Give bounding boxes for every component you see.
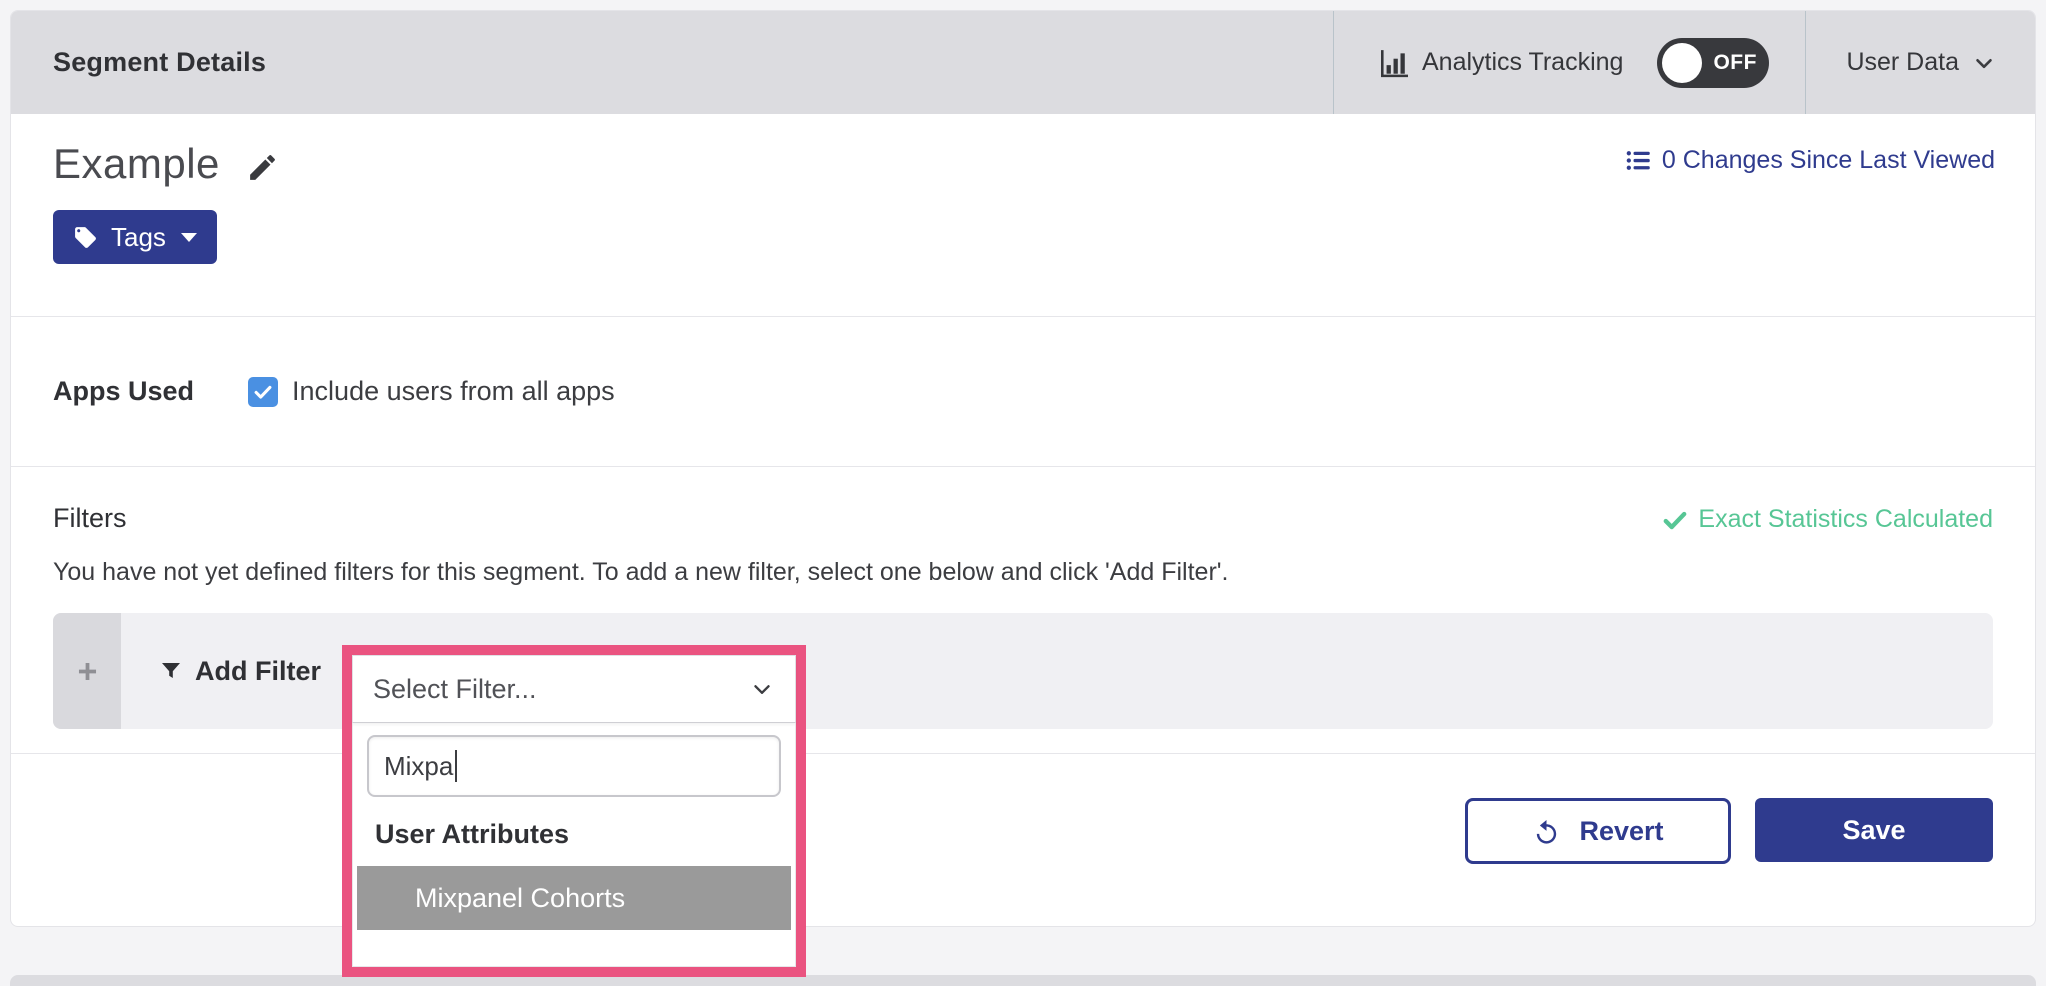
analytics-tracking-toggle[interactable]: OFF (1657, 38, 1769, 88)
changes-since-last-viewed-link[interactable]: 0 Changes Since Last Viewed (1625, 146, 1995, 175)
undo-icon (1532, 817, 1561, 846)
filters-section: Filters Exact Statistics Calculated You … (11, 466, 2035, 753)
header-right-group: Analytics Tracking OFF User Data (1333, 11, 2007, 114)
page-title: Segment Details (53, 47, 266, 78)
analytics-tracking-group: Analytics Tracking (1378, 48, 1623, 78)
text-cursor (455, 750, 457, 782)
segment-details-card: Segment Details Analytics Tracking (10, 10, 2036, 927)
option-group-label: User Attributes (367, 797, 781, 866)
add-filter-button-label: Add Filter (195, 656, 321, 687)
toggle-state-label: OFF (1713, 38, 1757, 88)
user-data-label: User Data (1846, 48, 1959, 77)
filter-funnel-icon (159, 659, 183, 683)
segment-name: Example (53, 140, 220, 188)
changes-list-icon (1625, 147, 1652, 174)
exact-statistics-badge: Exact Statistics Calculated (1662, 505, 1993, 534)
filter-search-value: Mixpa (384, 751, 453, 782)
caret-down-icon (181, 233, 197, 242)
revert-button[interactable]: Revert (1465, 798, 1731, 864)
filter-search-input[interactable]: Mixpa (367, 735, 781, 797)
exact-statistics-label: Exact Statistics Calculated (1698, 505, 1993, 534)
card-header: Segment Details Analytics Tracking (11, 11, 2035, 114)
add-filter-button[interactable]: Add Filter (159, 656, 321, 687)
footer-actions: Revert Save (11, 753, 2035, 864)
chevron-down-icon (749, 676, 775, 702)
chevron-down-icon (1971, 50, 1997, 76)
apps-used-label: Apps Used (53, 376, 194, 407)
analytics-tracking-label: Analytics Tracking (1422, 48, 1623, 77)
add-filter-plus-button[interactable] (53, 613, 121, 729)
edit-pencil-icon[interactable] (246, 151, 279, 184)
tag-icon (73, 225, 98, 250)
header-divider (1333, 11, 1334, 114)
filter-select-placeholder: Select Filter... (373, 674, 537, 705)
plus-icon (75, 659, 100, 684)
tags-button[interactable]: Tags (53, 210, 217, 264)
filter-select-control[interactable]: Select Filter... (352, 655, 796, 723)
checkbox-checked-icon[interactable] (248, 377, 278, 407)
save-button-label: Save (1842, 815, 1905, 846)
header-divider (1805, 11, 1806, 114)
toggle-knob (1662, 43, 1702, 83)
dropdown-option-mixpanel-cohorts[interactable]: Mixpanel Cohorts (357, 866, 791, 930)
include-all-apps-checkbox-row[interactable]: Include users from all apps (248, 376, 615, 407)
changes-link-label: 0 Changes Since Last Viewed (1662, 146, 1995, 175)
user-data-menu[interactable]: User Data (1846, 48, 1997, 77)
bottom-panel-edge (10, 975, 2036, 986)
check-icon (1662, 507, 1688, 533)
bar-chart-icon (1378, 48, 1408, 78)
tags-button-label: Tags (111, 222, 166, 253)
apps-used-section: Apps Used Include users from all apps (11, 316, 2035, 466)
filter-select-dropdown: Mixpa User Attributes Mixpanel Cohorts (352, 723, 796, 967)
segment-title-section: Example 0 Changes Since Last Viewed (11, 114, 2035, 316)
segment-details-page: Segment Details Analytics Tracking (0, 0, 2046, 986)
filter-select-highlight-box: Select Filter... Mixpa User Attributes M… (342, 645, 806, 977)
save-button[interactable]: Save (1755, 798, 1993, 862)
revert-button-label: Revert (1579, 816, 1663, 847)
include-all-apps-label: Include users from all apps (292, 376, 615, 407)
filters-empty-message: You have not yet defined filters for thi… (53, 558, 1993, 587)
